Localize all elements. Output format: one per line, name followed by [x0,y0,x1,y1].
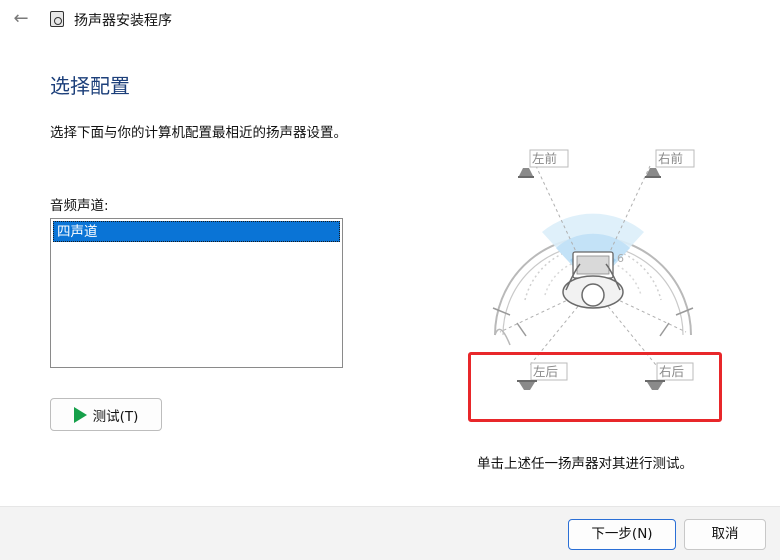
speaker-diagram: 6 左前 右前 左后 右后 [492,149,695,390]
speaker-rear-left-label: 左后 [533,364,558,379]
speaker-rear-right[interactable]: 右后 [645,362,694,390]
speaker-rear-left[interactable]: 左后 [517,362,568,390]
speaker-rear-right-label: 右后 [659,364,684,379]
footer: 下一步(N) 取消 [0,506,780,560]
list-item-quadraphonic[interactable]: 四声道 [53,221,340,242]
hint-text: 单击上述任一扬声器对其进行测试。 [477,456,693,472]
back-arrow-icon[interactable]: ← [8,6,34,32]
cancel-button[interactable]: 取消 [684,519,766,550]
speaker-icon [519,382,535,390]
speaker-front-right[interactable]: 右前 [645,149,695,178]
audio-channels-label: 音频声道: [50,198,109,214]
play-icon [73,406,87,423]
next-button[interactable]: 下一步(N) [568,519,676,550]
speaker-icon [647,382,663,390]
audio-channels-listbox[interactable]: 四声道 [50,218,343,368]
instruction-text: 选择下面与你的计算机配置最相近的扬声器设置。 [50,125,347,141]
window-title: 扬声器安装程序 [74,13,172,29]
test-button-label: 测试(T) [92,408,139,425]
title-bar: ← 扬声器安装程序 [0,0,780,38]
speaker-front-left-label: 左前 [532,151,557,166]
speaker-front-right-label: 右前 [658,151,683,166]
svg-text:6: 6 [617,252,624,265]
speaker-icon [646,168,660,176]
speaker-front-left[interactable]: 左前 [518,149,569,178]
test-button[interactable]: 测试(T) [50,398,162,431]
page-heading: 选择配置 [50,74,130,98]
speaker-icon [519,168,533,176]
speaker-setup-icon [50,11,64,27]
